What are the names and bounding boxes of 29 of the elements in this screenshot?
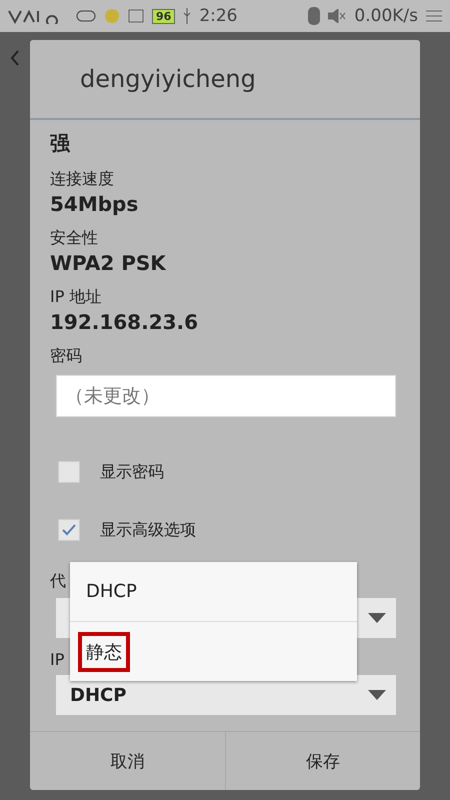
select-label: IP <box>50 650 64 669</box>
detail-label: 安全性 <box>50 228 98 249</box>
password-label: 密码 <box>50 346 82 367</box>
battery-level: 96 <box>152 8 176 24</box>
dropdown-caret-icon <box>368 613 386 623</box>
menu-icon <box>426 9 442 23</box>
menu-option[interactable]: 静态 <box>78 632 130 672</box>
detail-value: 192.168.23.6 <box>50 310 200 334</box>
dialog-button[interactable]: 保存 <box>224 732 420 790</box>
select-label: 代 <box>50 571 66 592</box>
checkbox-label: 显示高级选项 <box>100 520 196 540</box>
back-icon[interactable] <box>10 50 20 66</box>
checkbox-label: 显示密码 <box>100 462 164 482</box>
detail-value: 54Mbps <box>50 192 140 216</box>
network-speed: 0.00K/s <box>354 6 418 26</box>
clock-time: 2:26 <box>199 6 238 26</box>
detail-label: 连接速度 <box>50 169 114 190</box>
detail-label: IP 地址 <box>50 287 102 308</box>
detail-value: 强 <box>50 130 72 157</box>
dialog-button[interactable]: 取消 <box>30 732 224 790</box>
dialog-title: dengyiyicheng <box>30 40 420 120</box>
checkbox[interactable] <box>58 461 80 483</box>
detail-value: WPA2 PSK <box>50 251 168 275</box>
checkbox[interactable] <box>58 519 80 541</box>
password-field[interactable]: （未更改） <box>56 375 396 417</box>
mute-icon <box>328 9 346 23</box>
dropdown-caret-icon <box>368 690 386 700</box>
menu-option[interactable]: DHCP <box>78 573 145 610</box>
checkmark-icon <box>62 524 76 536</box>
